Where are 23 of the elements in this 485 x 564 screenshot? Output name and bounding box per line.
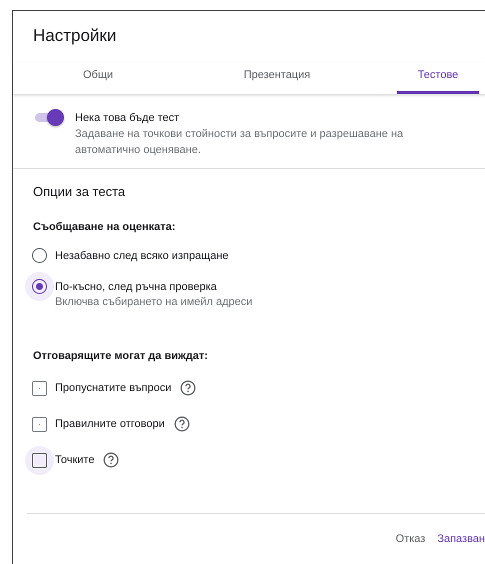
checkbox[interactable] (32, 452, 47, 468)
group-label: Съобщаване на оценката: (32, 221, 176, 233)
dialog-title: Настройки (32, 25, 118, 46)
toggle-description: Задаване на точкови стойности за въпросите и разрешаване на автоматично оценяване. (75, 127, 404, 158)
radio-button[interactable] (25, 272, 54, 301)
save-button[interactable]: Запазван (437, 531, 485, 547)
toggle-switch[interactable] (33, 108, 65, 126)
tab[interactable]: Общи (43, 63, 153, 94)
option-label: Точките (55, 452, 94, 468)
help-icon[interactable] (103, 452, 120, 468)
option-label: По-късно, след ръчна проверка (55, 280, 218, 295)
option-label: Пропуснатите въпроси (55, 380, 172, 396)
help-icon[interactable] (174, 416, 190, 432)
tab[interactable]: Тестове (397, 63, 479, 94)
tab[interactable]: Презентация (212, 63, 342, 94)
toggle-label: Нека това бъде тест (75, 112, 180, 124)
option-hint: Включва събирането на имейл адреси (55, 295, 252, 310)
section-title: Опции за теста (32, 183, 126, 199)
help-icon[interactable] (180, 380, 196, 396)
option-label: Правилните отговори (55, 416, 165, 432)
group-label: Отговарящите могат да виждат: (32, 350, 209, 362)
cancel-button[interactable]: Отказ (396, 531, 426, 547)
option-label: Незабавно след всяко изпращане (55, 249, 229, 264)
